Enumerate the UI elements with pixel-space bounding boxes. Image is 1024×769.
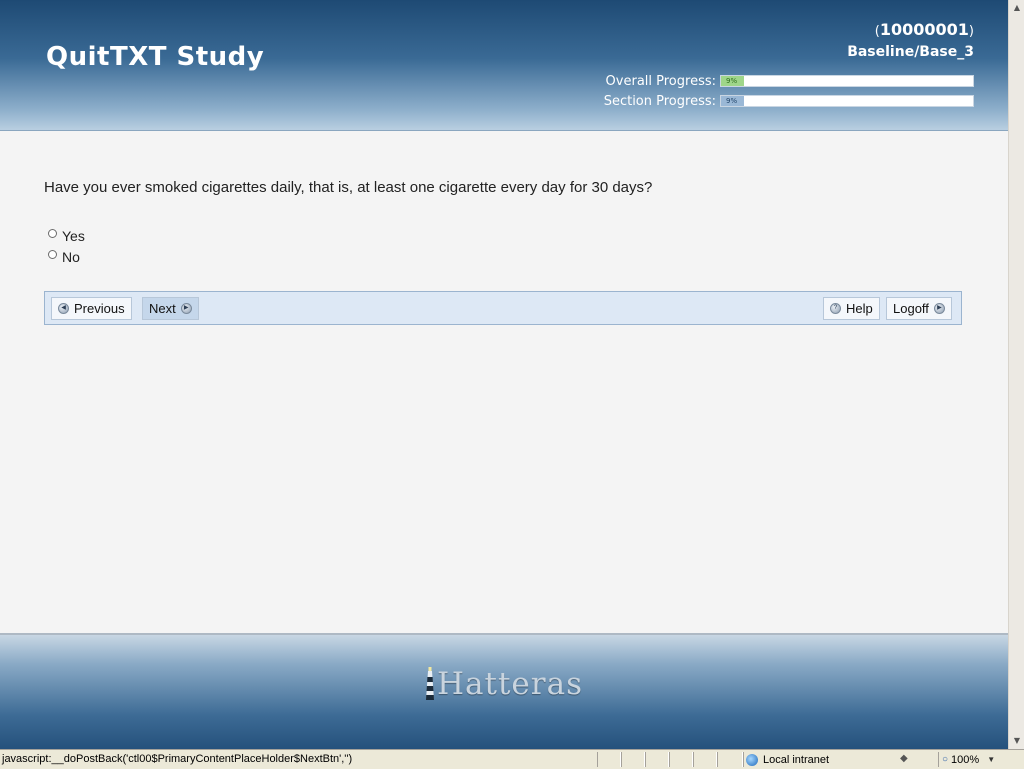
survey-content: Have you ever smoked cigarettes daily, t… — [0, 131, 1008, 633]
logoff-button[interactable]: Logoff ▶ — [886, 297, 952, 320]
previous-label: Previous — [74, 301, 125, 316]
option-no[interactable]: No — [48, 246, 85, 267]
overall-progress-fill: 9% — [721, 76, 744, 86]
status-pane — [621, 752, 645, 767]
section-progress-label: Section Progress: — [603, 93, 716, 109]
answer-options: Yes No — [48, 225, 85, 267]
next-button[interactable]: Next ▶ — [142, 297, 199, 320]
app-title: QuitTXT Study — [46, 42, 265, 72]
participant-id-close: ) — [968, 24, 974, 39]
status-pane — [669, 752, 693, 767]
previous-icon: ◀ — [58, 303, 69, 314]
brand-name: Hatteras — [437, 666, 583, 702]
section-progress: Section Progress: 9% — [560, 93, 974, 109]
status-text: javascript:__doPostBack('ctl00$PrimaryCo… — [2, 753, 353, 765]
overall-progress: Overall Progress: 9% — [560, 73, 974, 89]
previous-button[interactable]: ◀ Previous — [51, 297, 132, 320]
zone-label: Local intranet — [763, 753, 830, 766]
scroll-down-icon[interactable]: ▼ — [1009, 733, 1024, 749]
option-no-label: No — [62, 248, 80, 265]
next-icon: ▶ — [180, 303, 192, 314]
section-progress-track: 9% — [720, 95, 974, 107]
option-yes[interactable]: Yes — [48, 225, 85, 246]
question-text: Have you ever smoked cigarettes daily, t… — [44, 179, 653, 196]
security-zone[interactable]: Local intranet — [743, 752, 894, 767]
zoom-level: 100% — [951, 753, 980, 766]
brand-logo: Hatteras — [424, 667, 583, 701]
overall-progress-track: 9% — [720, 75, 974, 87]
header: QuitTXT Study (10000001) Baseline/Base_3… — [0, 0, 1008, 131]
footer: Hatteras — [0, 633, 1008, 750]
radio-yes[interactable] — [48, 229, 57, 238]
status-pane — [645, 752, 669, 767]
help-button[interactable]: ? Help — [823, 297, 880, 320]
logoff-label: Logoff — [893, 301, 929, 316]
status-bar: javascript:__doPostBack('ctl00$PrimaryCo… — [0, 749, 1024, 769]
chevron-down-icon[interactable]: ▼ — [987, 755, 995, 764]
status-pane — [597, 752, 621, 767]
lock-icon[interactable]: ◆ — [900, 753, 914, 765]
overall-progress-label: Overall Progress: — [605, 73, 716, 89]
scroll-up-icon[interactable]: ▲ — [1009, 0, 1024, 16]
status-pane — [717, 752, 743, 767]
radio-no[interactable] — [48, 250, 57, 259]
lighthouse-icon — [426, 667, 434, 700]
logoff-icon: ▶ — [933, 303, 945, 314]
section-name: Baseline/Base_3 — [847, 44, 974, 60]
participant-id-value: 10000001 — [879, 20, 969, 39]
help-icon: ? — [830, 303, 841, 314]
status-pane — [693, 752, 717, 767]
help-label: Help — [846, 301, 873, 316]
next-label: Next — [149, 301, 176, 316]
option-yes-label: Yes — [62, 227, 85, 244]
zoom-icon: ○ — [942, 754, 949, 765]
zoom-control[interactable]: ○ 100% ▼ — [938, 752, 1014, 767]
participant-id: (10000001) — [875, 20, 974, 39]
navigation-bar: ◀ Previous Next ▶ ? Help Logoff ▶ — [44, 291, 962, 325]
globe-icon — [746, 753, 758, 766]
vertical-scrollbar[interactable]: ▲ ▼ — [1008, 0, 1024, 749]
section-progress-fill: 9% — [721, 96, 744, 106]
